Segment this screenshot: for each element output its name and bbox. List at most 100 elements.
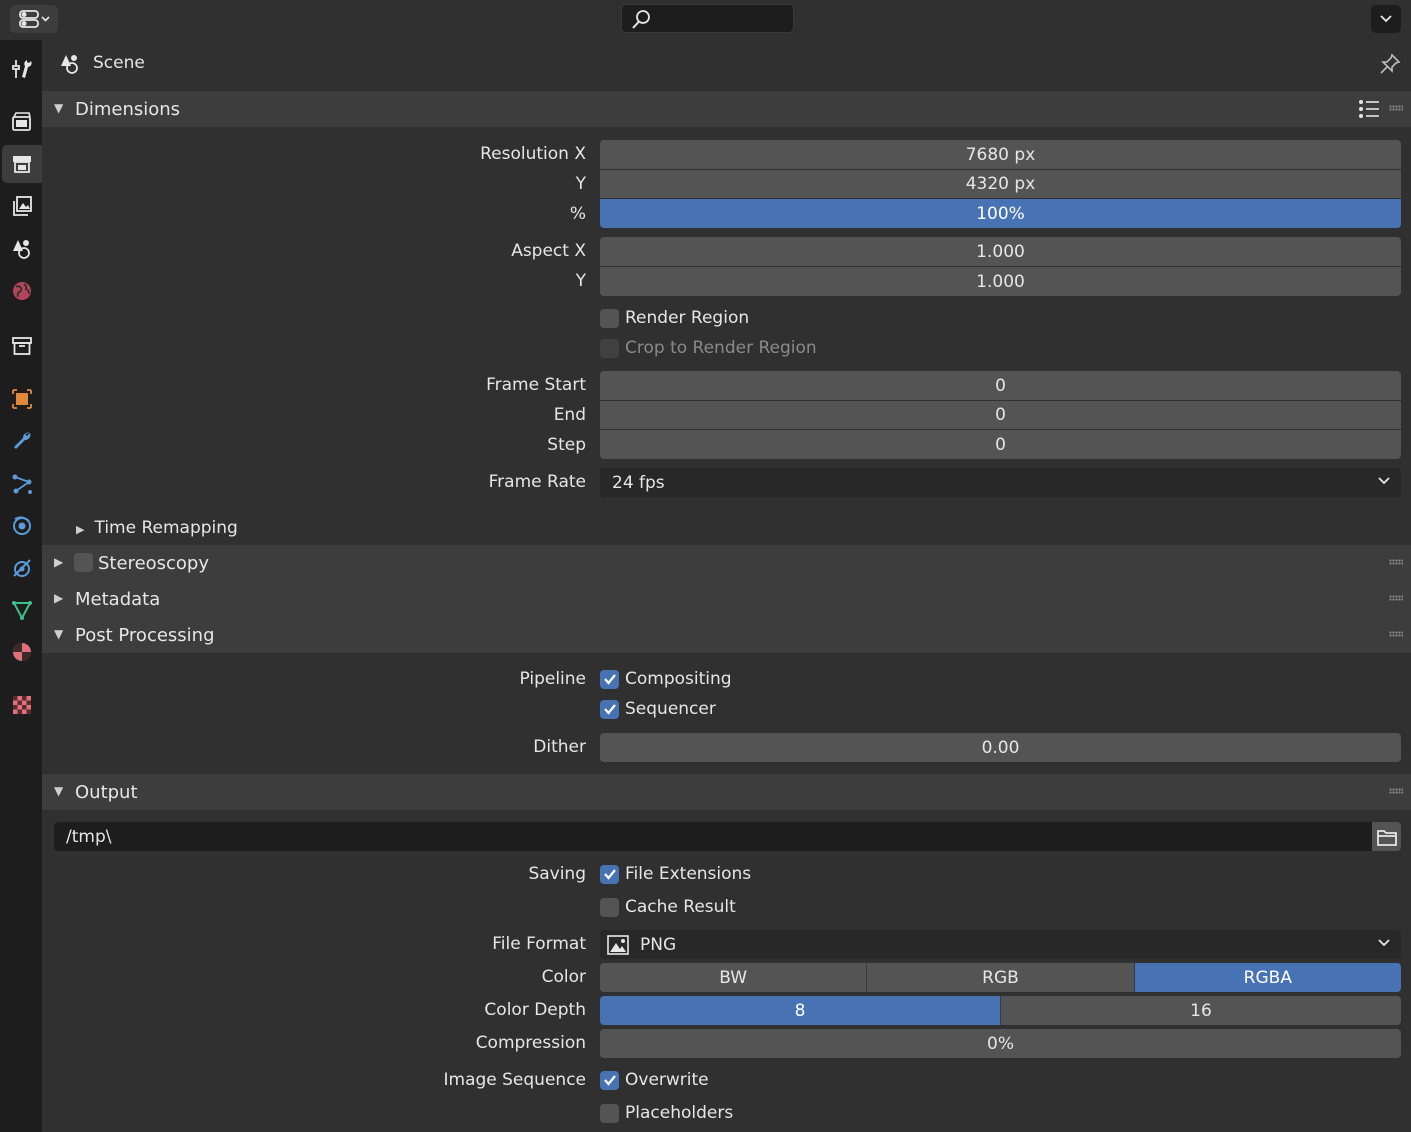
placeholders-label: Placeholders bbox=[625, 1103, 734, 1123]
panel-header-output[interactable]: ▼ Output bbox=[42, 774, 1411, 810]
crop-render-region-checkbox[interactable]: Crop to Render Region bbox=[600, 338, 817, 358]
checkbox-box bbox=[600, 1103, 619, 1123]
context-path: Scene bbox=[42, 40, 1411, 86]
tab-output[interactable] bbox=[2, 145, 42, 183]
frame-start-field[interactable]: 0 bbox=[600, 371, 1401, 400]
object-icon bbox=[12, 389, 32, 409]
modifier-icon bbox=[14, 432, 31, 449]
output-path-input[interactable]: /tmp\ bbox=[54, 822, 1372, 851]
tab-material[interactable] bbox=[2, 633, 42, 671]
properties-tabs bbox=[0, 40, 42, 1132]
frame-step-field[interactable]: 0 bbox=[600, 430, 1401, 459]
sequencer-checkbox[interactable]: Sequencer bbox=[600, 699, 716, 719]
aspect-x-field[interactable]: 1.000 bbox=[600, 237, 1401, 266]
overwrite-checkbox[interactable]: Overwrite bbox=[600, 1070, 709, 1090]
tab-render[interactable] bbox=[2, 103, 42, 141]
tab-world[interactable] bbox=[2, 272, 42, 310]
frame-end-field[interactable]: 0 bbox=[600, 401, 1401, 429]
pipeline-label: Pipeline bbox=[519, 669, 586, 689]
texture-icon bbox=[13, 696, 31, 714]
dither-field[interactable]: 0.00 bbox=[600, 733, 1401, 762]
compression-slider[interactable]: 0% bbox=[600, 1029, 1401, 1058]
drag-handle-icon[interactable] bbox=[1389, 788, 1403, 794]
data-icon bbox=[12, 601, 32, 621]
tab-scene[interactable] bbox=[2, 230, 42, 268]
panel-header-post-processing[interactable]: ▼ Post Processing bbox=[42, 617, 1411, 653]
render-icon bbox=[12, 112, 31, 131]
color-depth-selector: 8 16 bbox=[600, 996, 1401, 1025]
frame-step-label: Step bbox=[547, 435, 586, 455]
resolution-percent-label: % bbox=[569, 204, 586, 224]
color-bw-option[interactable]: BW bbox=[600, 963, 868, 992]
properties-editor-icon bbox=[19, 10, 50, 28]
checkbox-box bbox=[600, 864, 619, 884]
overwrite-label: Overwrite bbox=[625, 1070, 709, 1090]
panel-header-stereoscopy[interactable]: ▶ Stereoscopy bbox=[42, 545, 1411, 581]
tab-texture[interactable] bbox=[2, 686, 42, 724]
panel-body-post-processing: Pipeline Compositing Sequencer Dither 0.… bbox=[42, 653, 1411, 774]
search-input[interactable] bbox=[621, 4, 794, 33]
checkmark-icon bbox=[603, 1075, 616, 1086]
tab-collection[interactable] bbox=[2, 327, 42, 365]
panel-header-dimensions[interactable]: ▼ Dimensions bbox=[42, 91, 1411, 127]
constraints-icon bbox=[13, 559, 31, 577]
resolution-y-field[interactable]: 4320 px bbox=[600, 170, 1401, 198]
expanded-triangle-icon: ▼ bbox=[54, 101, 64, 115]
render-region-checkbox[interactable]: Render Region bbox=[600, 308, 749, 328]
tab-constraints[interactable] bbox=[2, 549, 42, 587]
drag-handle-icon[interactable] bbox=[1389, 559, 1403, 565]
chevron-down-icon bbox=[1378, 939, 1390, 947]
resolution-x-field[interactable]: 7680 px bbox=[600, 140, 1401, 169]
color-rgb-option[interactable]: RGB bbox=[867, 963, 1135, 992]
frame-end-label: End bbox=[553, 405, 586, 425]
tab-view-layer[interactable] bbox=[2, 187, 42, 225]
physics-icon bbox=[13, 516, 31, 535]
tab-tool[interactable] bbox=[2, 50, 42, 88]
color-depth-8-option[interactable]: 8 bbox=[600, 996, 1001, 1025]
drag-handle-icon[interactable] bbox=[1389, 105, 1403, 111]
browse-folder-button[interactable] bbox=[1372, 822, 1401, 851]
file-extensions-checkbox[interactable]: File Extensions bbox=[600, 864, 751, 884]
placeholders-checkbox[interactable]: Placeholders bbox=[600, 1103, 733, 1123]
aspect-y-field[interactable]: 1.000 bbox=[600, 267, 1401, 296]
collapsed-triangle-icon: ▶ bbox=[54, 591, 64, 605]
aspect-x-label: Aspect X bbox=[511, 241, 586, 261]
panel-title: Output bbox=[75, 782, 138, 803]
color-depth-16-option[interactable]: 16 bbox=[1001, 996, 1401, 1025]
color-rgba-option[interactable]: RGBA bbox=[1134, 963, 1401, 992]
tab-modifier[interactable] bbox=[2, 422, 42, 460]
drag-handle-icon[interactable] bbox=[1389, 595, 1403, 601]
properties-main: Scene ▼ Dimensions Resolution X 7680 px … bbox=[42, 40, 1411, 1132]
tab-object[interactable] bbox=[2, 380, 42, 418]
tab-particles[interactable] bbox=[2, 465, 42, 503]
resolution-percent-slider[interactable]: 100% bbox=[600, 199, 1401, 228]
subpanel-time-remapping[interactable]: ▶ Time Remapping bbox=[76, 518, 238, 538]
particles-icon bbox=[12, 474, 32, 494]
pin-icon[interactable] bbox=[1379, 53, 1401, 75]
file-format-dropdown[interactable]: PNG bbox=[600, 930, 1401, 959]
chevron-down-icon bbox=[1378, 477, 1390, 485]
checkbox-box bbox=[600, 1070, 619, 1090]
checkbox-box bbox=[600, 699, 619, 719]
context-label: Scene bbox=[93, 53, 145, 73]
panel-body-output: /tmp\ Saving File Extensions Cache Resul… bbox=[42, 810, 1411, 1132]
drag-handle-icon[interactable] bbox=[1389, 631, 1403, 637]
color-mode-selector: BW RGB RGBA bbox=[600, 963, 1401, 992]
editor-type-button[interactable] bbox=[10, 5, 58, 33]
frame-rate-dropdown[interactable]: 24 fps bbox=[600, 468, 1401, 497]
resolution-y-label: Y bbox=[575, 174, 586, 194]
tab-physics[interactable] bbox=[2, 507, 42, 545]
panel-title: Post Processing bbox=[75, 625, 215, 646]
expanded-triangle-icon: ▼ bbox=[54, 627, 64, 641]
output-icon bbox=[13, 156, 31, 173]
options-dropdown-button[interactable] bbox=[1371, 5, 1401, 33]
cache-result-checkbox[interactable]: Cache Result bbox=[600, 897, 736, 917]
expanded-triangle-icon: ▼ bbox=[54, 784, 64, 798]
stereoscopy-checkbox[interactable] bbox=[74, 553, 93, 572]
presets-list-icon[interactable] bbox=[1357, 98, 1381, 120]
panel-header-metadata[interactable]: ▶ Metadata bbox=[42, 581, 1411, 617]
checkmark-icon bbox=[603, 869, 616, 880]
compositing-checkbox[interactable]: Compositing bbox=[600, 669, 732, 689]
checkbox-box bbox=[600, 308, 619, 328]
tab-data[interactable] bbox=[2, 591, 42, 629]
